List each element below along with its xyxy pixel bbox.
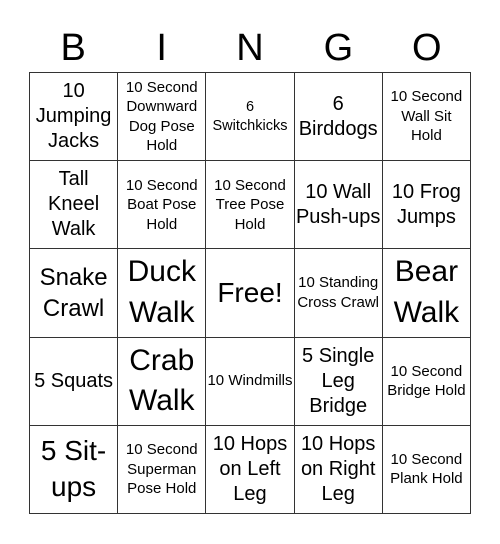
cell-label: Free! bbox=[217, 276, 283, 308]
bingo-cell[interactable]: 10 Second Plank Hold bbox=[382, 425, 471, 514]
bingo-cell[interactable]: 5 Single Leg Bridge bbox=[294, 337, 383, 426]
bingo-cell[interactable]: 10 Standing Cross Crawl bbox=[294, 249, 383, 338]
bingo-header: B I N G O bbox=[29, 26, 471, 70]
cell-label: 6 Birddogs bbox=[298, 92, 378, 140]
bingo-cell[interactable]: 10 Jumping Jacks bbox=[30, 73, 119, 162]
bingo-cell[interactable]: 6 Switchkicks bbox=[206, 73, 295, 162]
cell-label: 10 Second Superman Pose Hold bbox=[125, 441, 198, 498]
header-letter-n: N bbox=[236, 27, 264, 69]
bingo-cell[interactable]: Crab Walk bbox=[118, 337, 207, 426]
bingo-cell[interactable]: 10 Second Downward Dog Pose Hold bbox=[118, 73, 207, 162]
cell-label: 10 Hops on Left Leg bbox=[212, 432, 288, 505]
cell-label: 10 Second Tree Pose Hold bbox=[214, 176, 286, 233]
cell-label: 10 Hops on Right Leg bbox=[300, 432, 376, 505]
bingo-cell[interactable]: 10 Frog Jumps bbox=[382, 161, 471, 250]
bingo-cell[interactable]: 10 Hops on Right Leg bbox=[294, 425, 383, 514]
cell-label: 10 Windmills bbox=[207, 372, 293, 390]
cell-label: 10 Frog Jumps bbox=[391, 180, 461, 228]
cell-label: 10 Second Wall Sit Hold bbox=[390, 88, 463, 145]
cell-label: 10 Second Bridge Hold bbox=[387, 362, 466, 400]
header-letter-b: B bbox=[60, 27, 86, 69]
cell-label: Tall Kneel Walk bbox=[48, 168, 100, 241]
cell-label: 10 Jumping Jacks bbox=[35, 80, 112, 153]
cell-label: 10 Second Boat Pose Hold bbox=[125, 176, 198, 233]
bingo-grid: 10 Jumping Jacks 10 Second Downward Dog P… bbox=[29, 72, 471, 514]
header-letter-g: G bbox=[323, 27, 354, 69]
bingo-cell[interactable]: 5 Squats bbox=[30, 337, 119, 426]
bingo-cell[interactable]: 10 Second Superman Pose Hold bbox=[118, 425, 207, 514]
header-letter-i: I bbox=[156, 27, 167, 69]
cell-label: 5 Squats bbox=[34, 369, 114, 392]
cell-label: Bear Walk bbox=[393, 255, 460, 329]
bingo-cell[interactable]: 10 Wall Push-ups bbox=[294, 161, 383, 250]
bingo-cell[interactable]: 10 Windmills bbox=[206, 337, 295, 426]
header-letter-o: O bbox=[412, 27, 442, 69]
cell-label: 10 Standing Cross Crawl bbox=[297, 274, 380, 311]
cell-label: 6 Switchkicks bbox=[212, 98, 288, 134]
cell-label: 10 Wall Push-ups bbox=[295, 180, 381, 228]
bingo-cell[interactable]: Bear Walk bbox=[382, 249, 471, 338]
bingo-cell[interactable]: Tall Kneel Walk bbox=[30, 161, 119, 250]
cell-label: 10 Second Downward Dog Pose Hold bbox=[125, 78, 198, 155]
bingo-cell[interactable]: 10 Second Wall Sit Hold bbox=[382, 73, 471, 162]
bingo-cell[interactable]: 6 Birddogs bbox=[294, 73, 383, 162]
bingo-cell[interactable]: 10 Second Tree Pose Hold bbox=[206, 161, 295, 250]
bingo-cell[interactable]: 10 Second Bridge Hold bbox=[382, 337, 471, 426]
bingo-cell[interactable]: 10 Hops on Left Leg bbox=[206, 425, 295, 514]
cell-label: Duck Walk bbox=[127, 255, 196, 329]
cell-label: 5 Single Leg Bridge bbox=[302, 344, 375, 417]
cell-label: 5 Sit-ups bbox=[40, 435, 107, 503]
bingo-cell[interactable]: 5 Sit-ups bbox=[30, 425, 119, 514]
cell-label: 10 Second Plank Hold bbox=[390, 450, 463, 488]
cell-label: Snake Crawl bbox=[39, 263, 108, 322]
bingo-cell-free[interactable]: Free! bbox=[206, 249, 295, 338]
cell-label: Crab Walk bbox=[129, 343, 195, 418]
bingo-cell[interactable]: Snake Crawl bbox=[30, 249, 119, 338]
bingo-cell[interactable]: 10 Second Boat Pose Hold bbox=[118, 161, 207, 250]
bingo-cell[interactable]: Duck Walk bbox=[118, 249, 207, 338]
